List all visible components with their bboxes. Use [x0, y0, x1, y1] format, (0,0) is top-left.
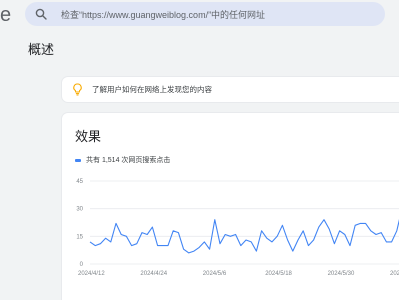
performance-card: 效果 共有 1,514 次网页搜索点击 0 15 30 45 2024/4/12 2024… [62, 113, 399, 300]
x-tick-label: 2024/4/24 [140, 271, 167, 277]
tip-text: 了解用户如何在网络上发现您的内容 [92, 85, 212, 94]
logo-fragment: e [0, 4, 12, 26]
x-tick-label: 2024/5/18 [265, 271, 292, 277]
search-icon [35, 8, 47, 20]
lightbulb-icon [73, 83, 82, 96]
y-tick-label: 30 [76, 207, 83, 213]
tip-card[interactable]: 了解用户如何在网络上发现您的内容 [62, 77, 399, 102]
x-tick-label: 2024/6/11 [390, 271, 399, 277]
y-tick-label: 0 [80, 262, 84, 268]
series-line-clicks[interactable] [89, 209, 399, 254]
url-inspection-search-bar[interactable]: 检查“https://www.guangweiblog.com/”中的任何网址 [25, 2, 385, 26]
search-input[interactable]: 检查“https://www.guangweiblog.com/”中的任何网址 [61, 8, 265, 21]
clicks-line-chart: 0 15 30 45 2024/4/12 2024/4/24 2024/5/6 2024/5/… [76, 179, 399, 277]
y-tick-label: 45 [76, 179, 83, 185]
x-tick-label: 2024/5/30 [328, 271, 355, 277]
page-title: 概述 [28, 42, 55, 57]
x-tick-label: 2024/5/6 [203, 271, 227, 277]
x-tick-label: 2024/4/12 [78, 271, 105, 277]
y-tick-label: 15 [76, 234, 83, 240]
